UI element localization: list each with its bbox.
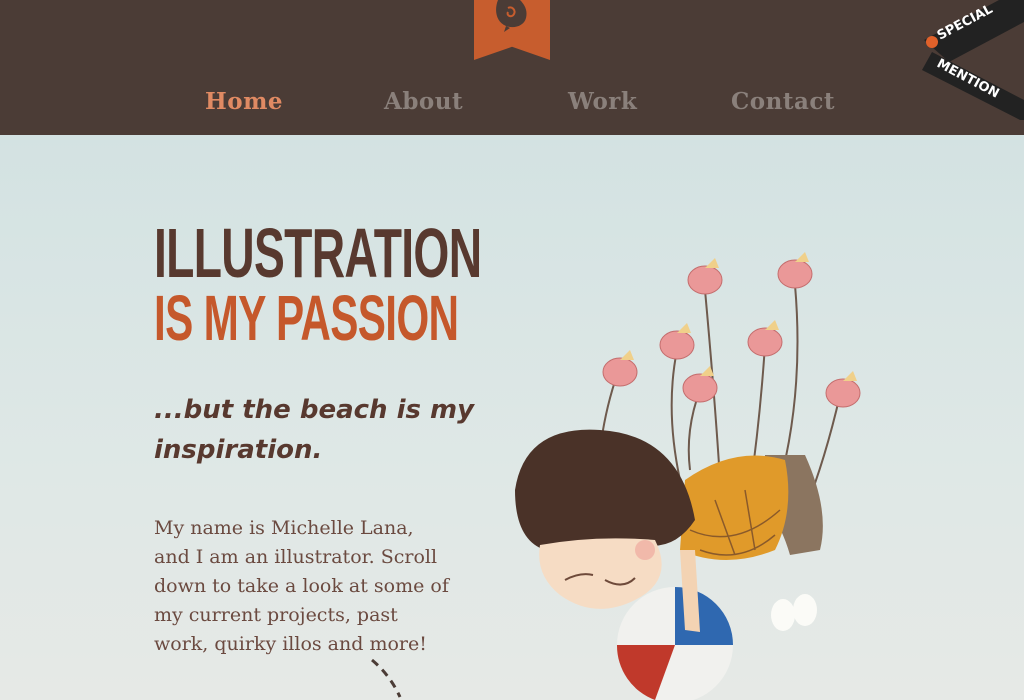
site-header: Home About Work Contact SPECIAL MENTION	[0, 0, 1024, 135]
nav-work[interactable]: Work	[568, 88, 637, 115]
boy-with-flying-pigs-illustration	[515, 252, 861, 700]
badge-logo-icon	[926, 36, 938, 48]
flying-pig-icon	[602, 259, 861, 408]
logo-ribbon[interactable]	[474, 0, 550, 60]
dashed-arrow-path	[371, 658, 402, 698]
headline-line1: ILLUSTRATION	[154, 214, 482, 292]
intro-paragraph: My name is Michelle Lana, and I am an il…	[154, 517, 449, 655]
socks-icon	[771, 594, 817, 631]
nav-about[interactable]: About	[384, 88, 463, 115]
hair-icon	[515, 429, 695, 550]
tagline: ...but the beach is my inspiration.	[154, 395, 475, 465]
pig-wings-icon	[620, 252, 857, 381]
cheek-icon	[635, 540, 655, 560]
shirt-icon	[680, 455, 789, 560]
special-mention-badge[interactable]: SPECIAL MENTION	[914, 0, 1024, 120]
headline-line2: IS MY PASSION	[154, 282, 459, 354]
main-nav: Home About Work Contact	[0, 88, 1024, 122]
nav-home[interactable]: Home	[205, 88, 283, 115]
nav-contact[interactable]: Contact	[731, 88, 835, 115]
logo-icon	[496, 0, 527, 32]
